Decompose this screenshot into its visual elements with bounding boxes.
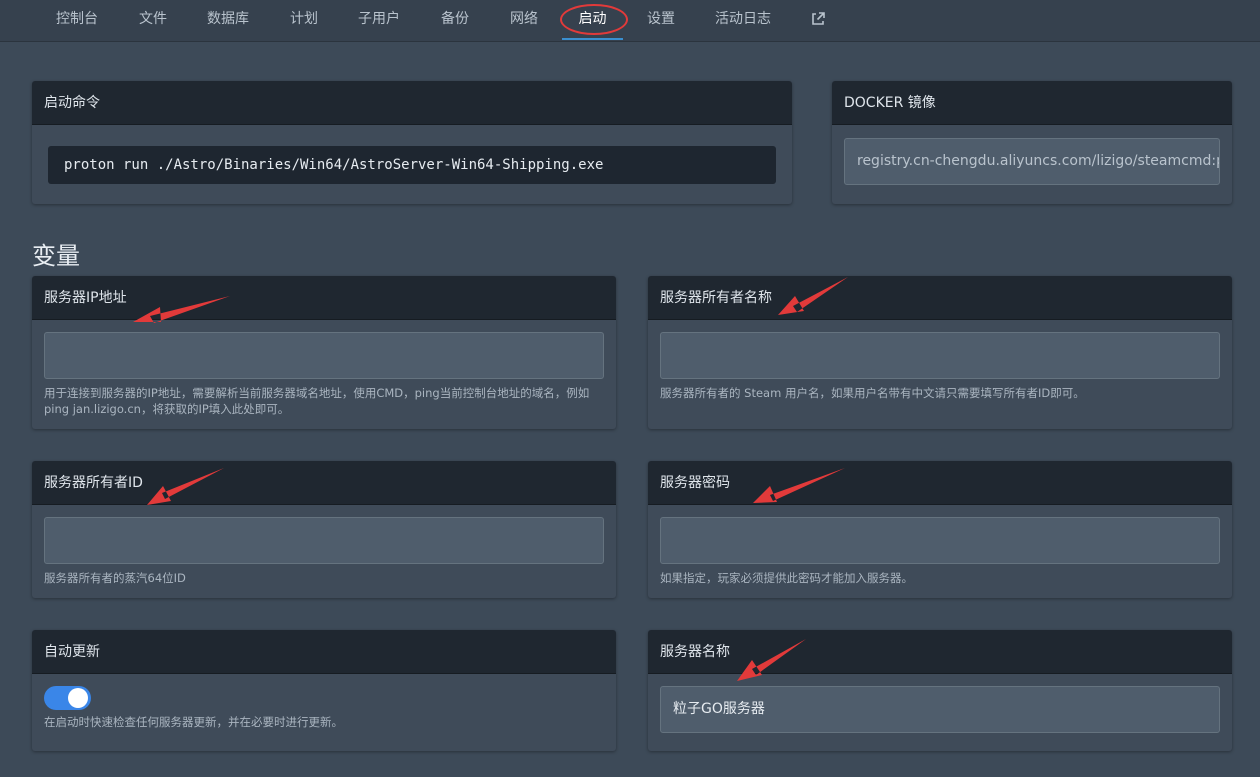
variable-server-name: 服务器名称 粒子GO服务器 xyxy=(648,630,1232,751)
password-help: 如果指定，玩家必须提供此密码才能加入服务器。 xyxy=(660,571,913,585)
nav-backups[interactable]: 备份 xyxy=(441,0,469,40)
variable-owner-name: 服务器所有者名称 服务器所有者的 Steam 用户名，如果用户名带有中文请只需要… xyxy=(648,276,1232,429)
server-ip-help: 用于连接到服务器的IP地址，需要解析当前服务器域名地址，使用CMD，ping当前… xyxy=(44,386,590,416)
owner-name-input[interactable] xyxy=(660,332,1220,379)
nav-files[interactable]: 文件 xyxy=(139,0,167,40)
docker-image-panel: DOCKER 镜像 registry.cn-chengdu.aliyuncs.c… xyxy=(832,81,1232,204)
variable-server-ip: 服务器IP地址 用于连接到服务器的IP地址，需要解析当前服务器域名地址，使用CM… xyxy=(32,276,616,429)
nav-network[interactable]: 网络 xyxy=(510,0,538,40)
server-name-title: 服务器名称 xyxy=(648,630,1232,674)
variable-auto-update: 自动更新 在启动时快速检查任何服务器更新，并在必要时进行更新。 xyxy=(32,630,616,751)
auto-update-toggle[interactable] xyxy=(44,686,91,710)
variable-owner-id: 服务器所有者ID 服务器所有者的蒸汽64位ID xyxy=(32,461,616,598)
docker-image-field[interactable]: registry.cn-chengdu.aliyuncs.com/lizigo/… xyxy=(844,138,1220,185)
external-link-icon[interactable] xyxy=(810,11,826,27)
server-ip-input[interactable] xyxy=(44,332,604,379)
auto-update-help: 在启动时快速检查任何服务器更新，并在必要时进行更新。 xyxy=(44,715,343,729)
owner-id-input[interactable] xyxy=(44,517,604,564)
password-input[interactable] xyxy=(660,517,1220,564)
nav-activity-log[interactable]: 活动日志 xyxy=(715,0,771,40)
variable-password: 服务器密码 如果指定，玩家必须提供此密码才能加入服务器。 xyxy=(648,461,1232,598)
nav-schedules[interactable]: 计划 xyxy=(290,0,318,40)
nav-console[interactable]: 控制台 xyxy=(56,0,98,40)
owner-id-help: 服务器所有者的蒸汽64位ID xyxy=(44,571,186,585)
nav-subusers[interactable]: 子用户 xyxy=(358,0,400,40)
server-name-input[interactable]: 粒子GO服务器 xyxy=(660,686,1220,733)
startup-command: proton run ./Astro/Binaries/Win64/AstroS… xyxy=(48,146,776,184)
top-nav: 控制台 文件 数据库 计划 子用户 备份 网络 启动 设置 活动日志 xyxy=(0,0,1260,42)
owner-id-title: 服务器所有者ID xyxy=(32,461,616,505)
password-title: 服务器密码 xyxy=(648,461,1232,505)
auto-update-title: 自动更新 xyxy=(32,630,616,674)
nav-startup[interactable]: 启动 xyxy=(562,0,623,40)
variables-heading: 变量 xyxy=(32,242,80,270)
auto-update-body: 在启动时快速检查任何服务器更新，并在必要时进行更新。 xyxy=(32,675,616,751)
owner-name-help: 服务器所有者的 Steam 用户名，如果用户名带有中文请只需要填写所有者ID即可… xyxy=(660,386,1085,400)
startup-command-panel: 启动命令 proton run ./Astro/Binaries/Win64/A… xyxy=(32,81,792,204)
toggle-knob xyxy=(68,688,88,708)
server-ip-title: 服务器IP地址 xyxy=(32,276,616,320)
nav-databases[interactable]: 数据库 xyxy=(207,0,249,40)
startup-command-title: 启动命令 xyxy=(32,81,792,125)
docker-image-title: DOCKER 镜像 xyxy=(832,81,1232,125)
owner-name-title: 服务器所有者名称 xyxy=(648,276,1232,320)
nav-settings[interactable]: 设置 xyxy=(647,0,675,40)
